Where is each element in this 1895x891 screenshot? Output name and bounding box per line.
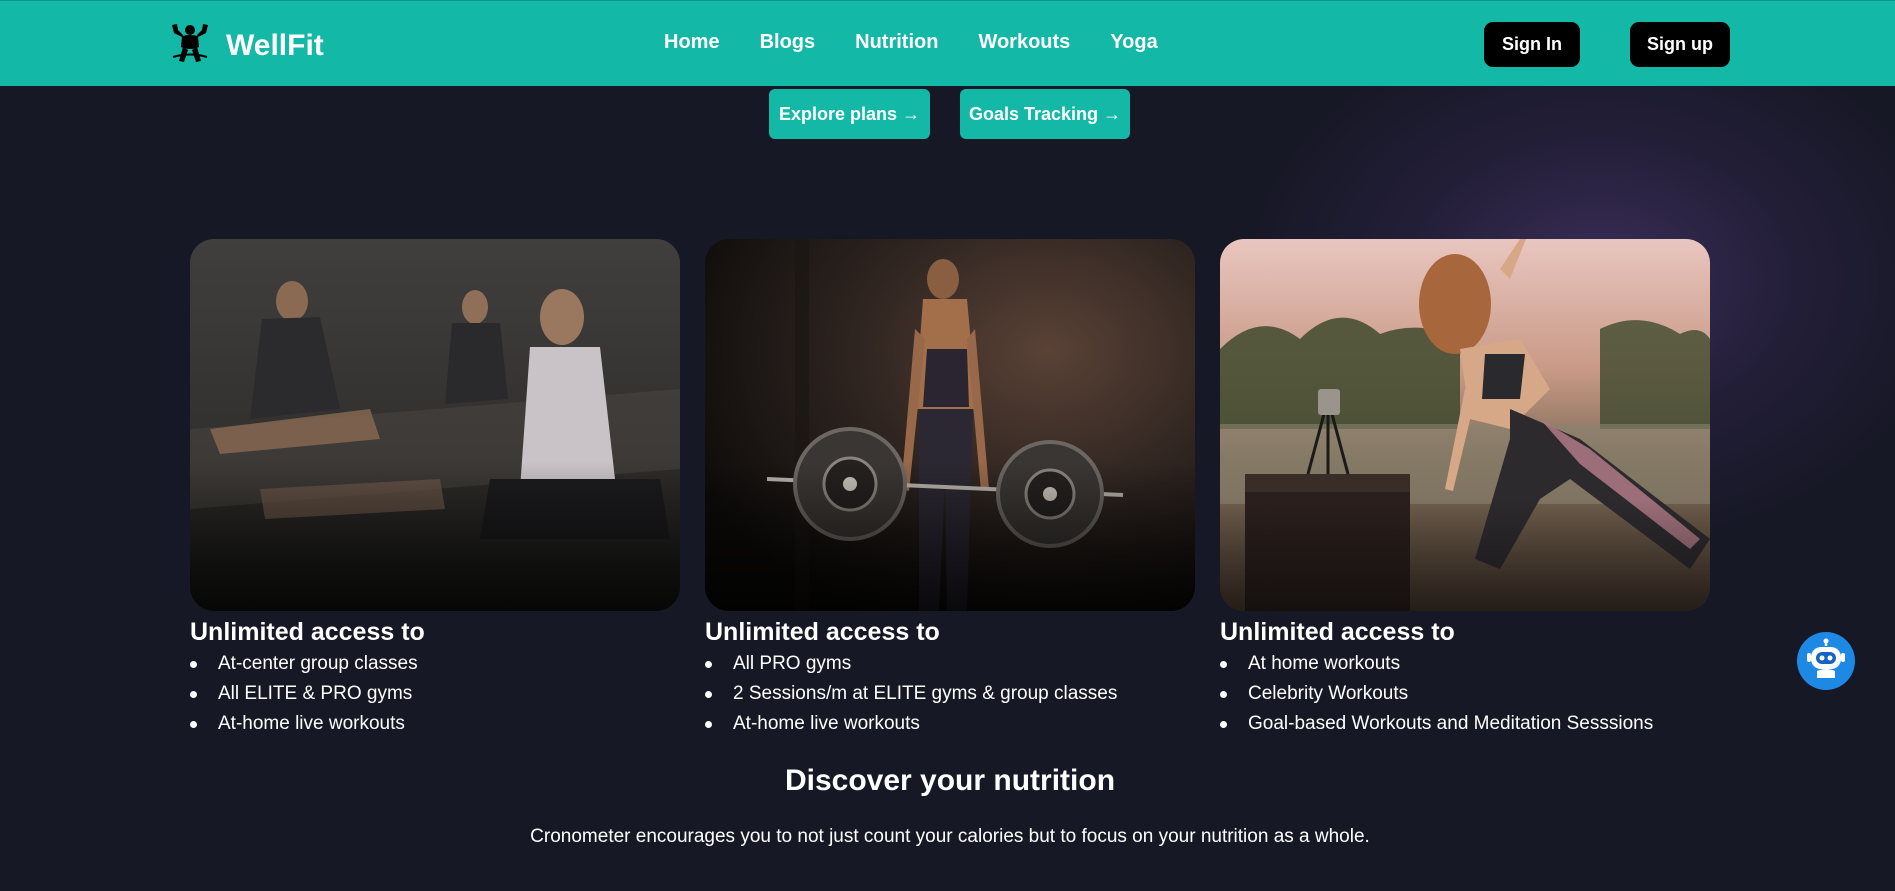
nav-links: Home Blogs Nutrition Workouts Yoga: [664, 31, 1158, 54]
brand[interactable]: WellFit: [168, 21, 324, 70]
brand-name: WellFit: [226, 28, 324, 62]
list-item: All PRO gyms: [705, 649, 1195, 679]
list-item: 2 Sessions/m at ELITE gyms & group class…: [705, 679, 1195, 709]
card-title: Unlimited access to: [705, 618, 940, 646]
list-item: At-home live workouts: [705, 709, 1195, 739]
card-title: Unlimited access to: [190, 618, 425, 646]
goals-tracking-button[interactable]: Goals Tracking →: [960, 89, 1130, 139]
nav-link-blogs[interactable]: Blogs: [760, 31, 816, 54]
list-item: At home workouts: [1220, 649, 1710, 679]
nav-link-home[interactable]: Home: [664, 31, 720, 54]
robot-icon: [1803, 636, 1849, 687]
feature-list: All PRO gyms 2 Sessions/m at ELITE gyms …: [705, 649, 1195, 739]
list-item: All ELITE & PRO gyms: [190, 679, 680, 709]
list-item: Goal-based Workouts and Meditation Sesss…: [1220, 709, 1710, 739]
list-item: At-home live workouts: [190, 709, 680, 739]
card-title: Unlimited access to: [1220, 618, 1455, 646]
nutrition-description: Cronometer encourages you to not just co…: [530, 826, 1370, 847]
plan-card-1: Unlimited access to At-center group clas…: [190, 239, 680, 739]
group-yoga-class-photo: [190, 239, 680, 611]
bodybuilder-icon: [168, 21, 212, 70]
nav-link-workouts[interactable]: Workouts: [978, 31, 1070, 54]
chatbot-button[interactable]: [1797, 632, 1855, 690]
plan-card-3: Unlimited access to At home workouts Cel…: [1220, 239, 1710, 739]
nav-link-nutrition[interactable]: Nutrition: [855, 31, 938, 54]
navbar: WellFit Home Blogs Nutrition Workouts Yo…: [0, 0, 1895, 86]
nav-link-yoga[interactable]: Yoga: [1110, 31, 1157, 54]
feature-list: At home workouts Celebrity Workouts Goal…: [1220, 649, 1710, 739]
list-item: At-center group classes: [190, 649, 680, 679]
sign-up-button[interactable]: Sign up: [1630, 22, 1730, 67]
deadlift-barbell-photo: [705, 239, 1195, 611]
explore-plans-button[interactable]: Explore plans →: [769, 89, 930, 139]
plan-card-2: Unlimited access to All PRO gyms 2 Sessi…: [705, 239, 1195, 739]
outdoor-home-workout-photo: [1220, 239, 1710, 611]
sign-in-button[interactable]: Sign In: [1484, 22, 1580, 67]
list-item: Celebrity Workouts: [1220, 679, 1710, 709]
feature-list: At-center group classes All ELITE & PRO …: [190, 649, 680, 739]
nutrition-title: Discover your nutrition: [784, 764, 1116, 797]
